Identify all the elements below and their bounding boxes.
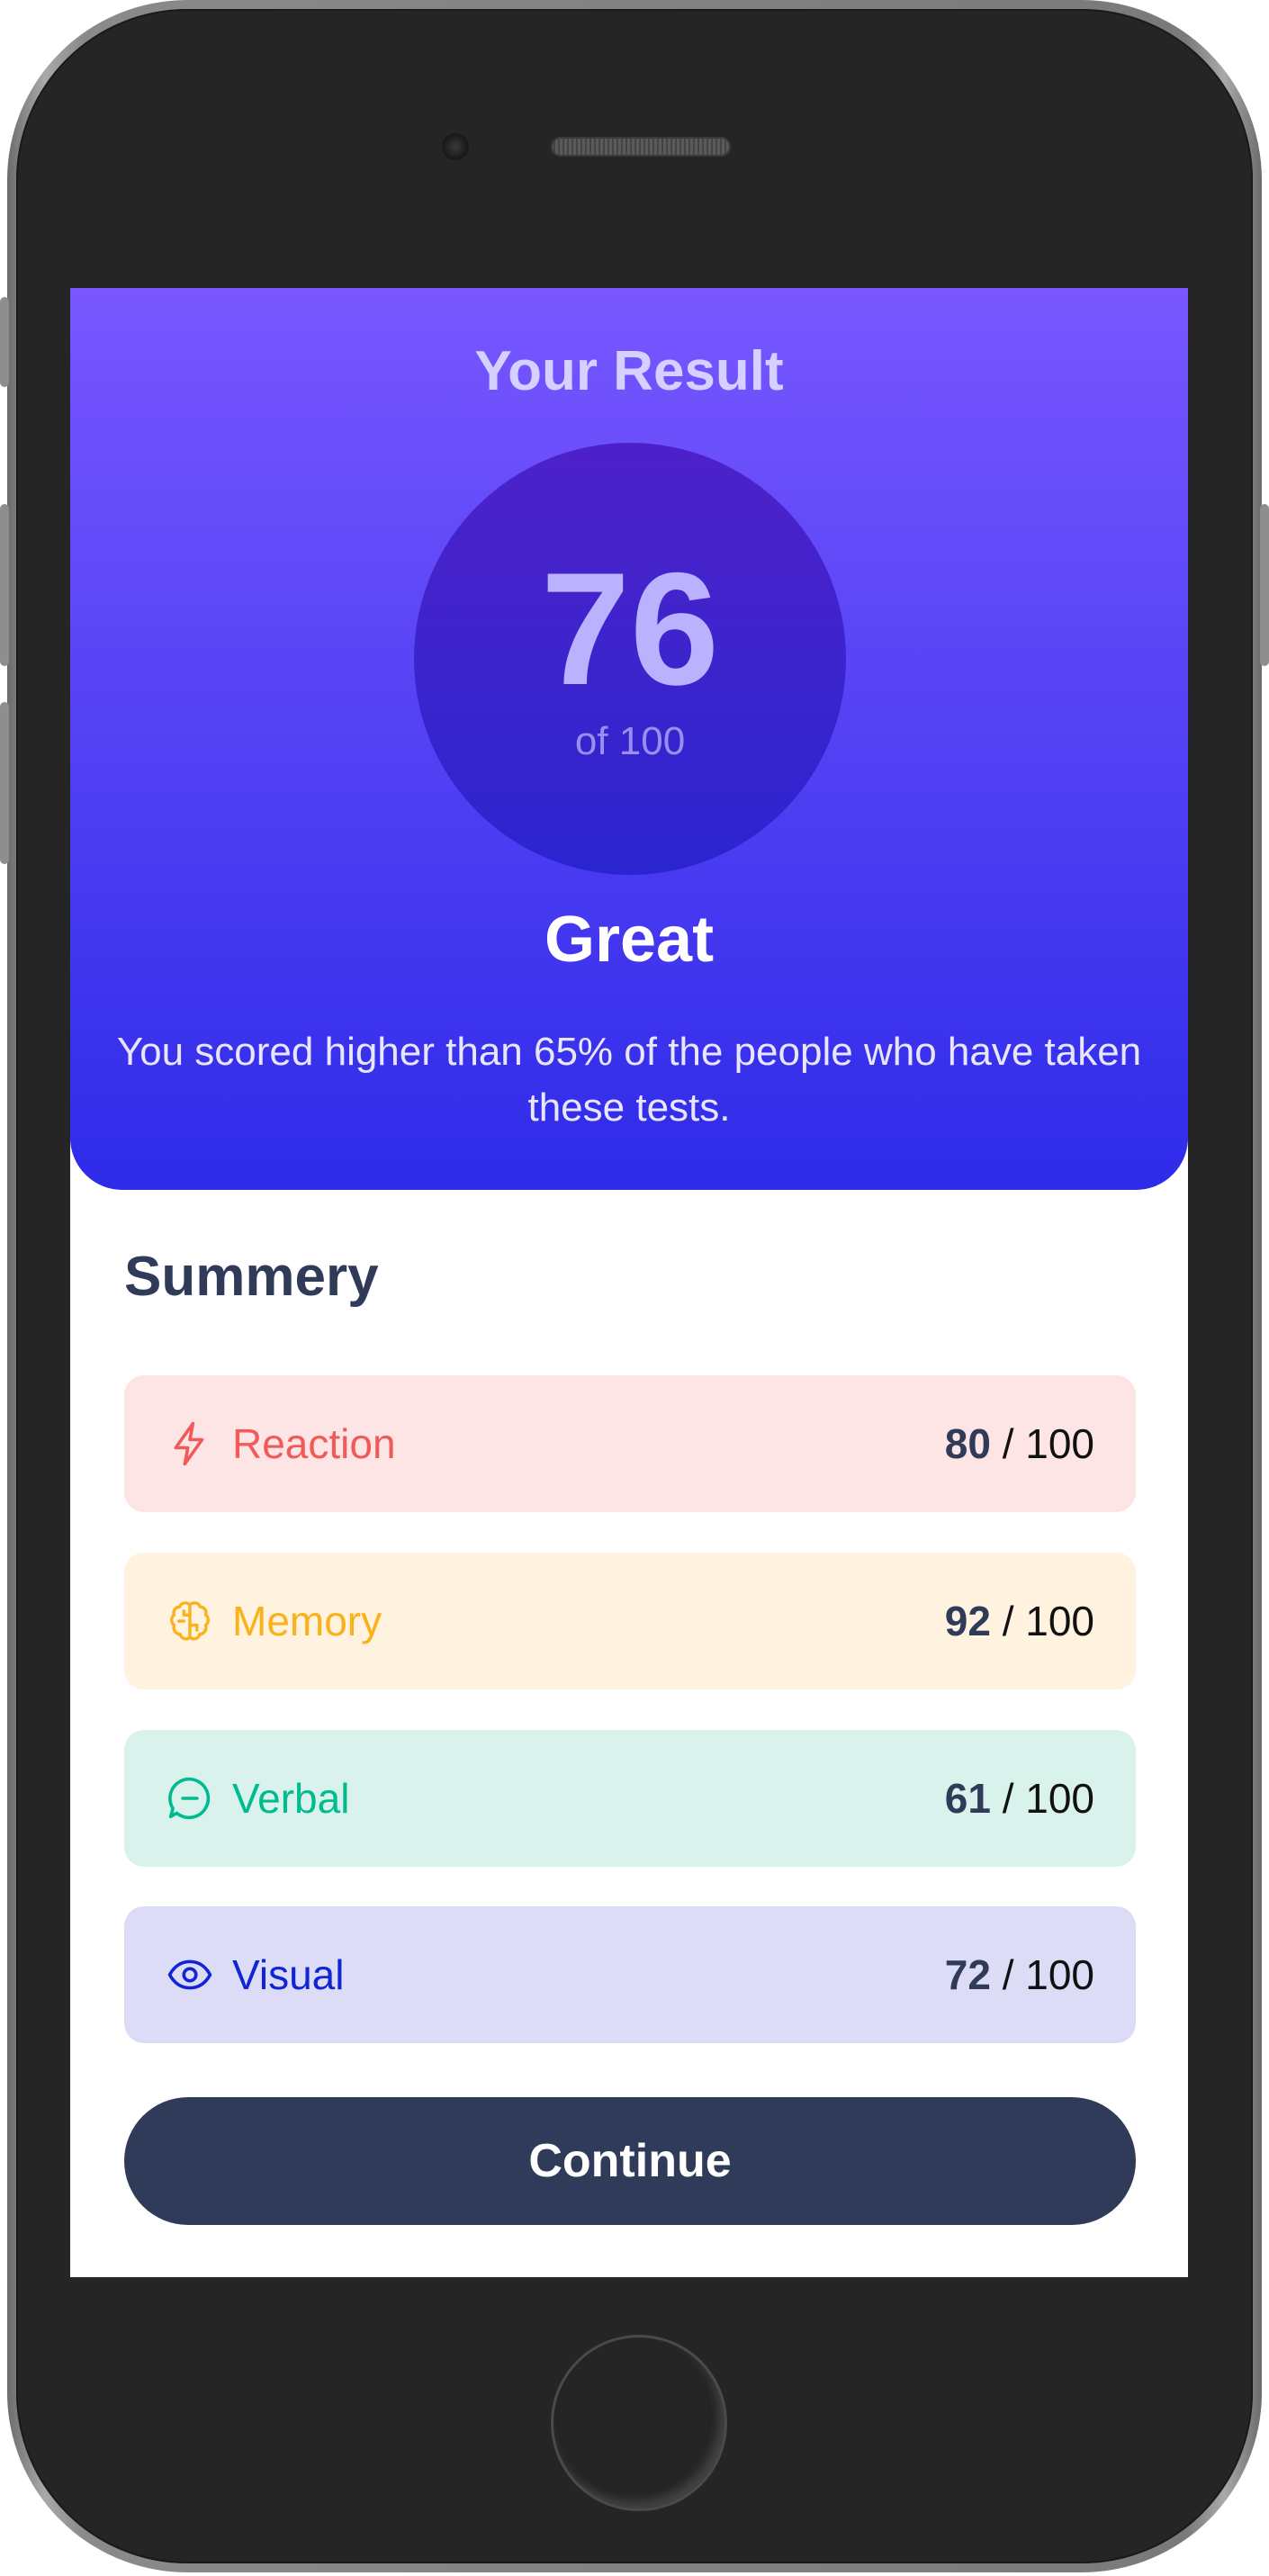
score-value: 92 — [944, 1598, 991, 1644]
score-value: 76 — [541, 539, 719, 718]
front-camera — [442, 133, 469, 160]
score-max: / 100 — [1002, 1951, 1094, 1998]
summary-item-reaction: Reaction 80 / 100 — [124, 1375, 1136, 1512]
brain-icon — [170, 1601, 210, 1641]
chat-bubble-icon — [168, 1777, 211, 1820]
score-max: / 100 — [1002, 1775, 1094, 1822]
score-circle: 76 of 100 — [414, 443, 846, 875]
summary-item-memory: Memory 92 / 100 — [124, 1553, 1136, 1689]
continue-button[interactable]: Continue — [124, 2097, 1136, 2225]
result-heading: Your Result — [474, 340, 784, 402]
volume-up-button — [0, 504, 9, 666]
summary-item-verbal: Verbal 61 / 100 — [124, 1730, 1136, 1867]
home-button — [551, 2335, 727, 2511]
score-max: of 100 — [574, 719, 686, 763]
summary-title: Summery — [124, 1246, 379, 1308]
app-screen: Your Result 76 of 100 Great You scored h… — [70, 288, 1188, 2277]
summary-item-score: 72 / 100 — [945, 1954, 1094, 1995]
earpiece-speaker — [551, 137, 731, 157]
summary-item-label: Visual — [232, 1951, 345, 1998]
score-value: 80 — [944, 1420, 991, 1467]
summary-item-visual: Visual 72 / 100 — [124, 1906, 1136, 2043]
summary-item-score: 92 / 100 — [945, 1600, 1094, 1642]
summary-item-label: Memory — [232, 1598, 382, 1644]
summary-item-label: Verbal — [232, 1775, 350, 1822]
score-value: 61 — [944, 1775, 991, 1822]
summary-item-score: 80 / 100 — [945, 1423, 1094, 1464]
result-panel: Your Result 76 of 100 Great You scored h… — [70, 288, 1188, 1190]
volume-down-button — [0, 702, 9, 864]
summary-item-label: Reaction — [232, 1420, 396, 1467]
result-description: You scored higher than 65% of the people… — [116, 1030, 1142, 1130]
score-value: 72 — [944, 1951, 991, 1998]
summary-item-score: 61 / 100 — [945, 1778, 1094, 1819]
eye-icon — [167, 1959, 212, 1990]
score-max: / 100 — [1002, 1598, 1094, 1644]
mute-switch — [0, 297, 9, 387]
power-button — [1260, 504, 1269, 666]
score-max: / 100 — [1002, 1420, 1094, 1467]
rating-label: Great — [544, 904, 715, 976]
lightning-icon — [174, 1421, 204, 1466]
